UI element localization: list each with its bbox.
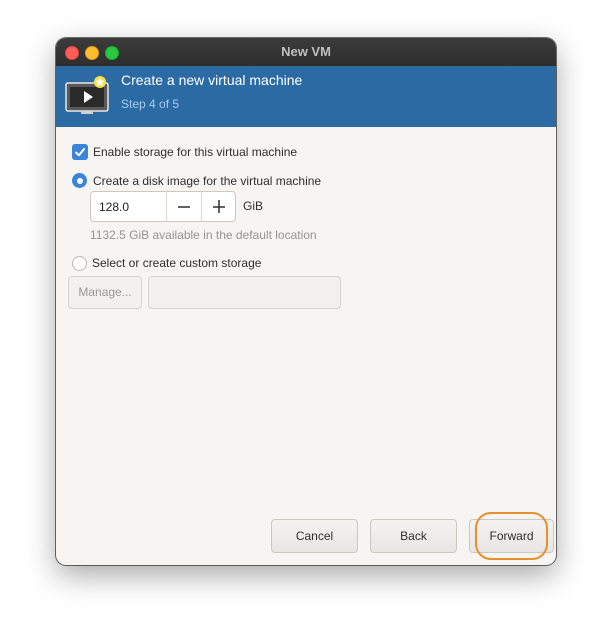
titlebar: New VM — [56, 38, 556, 67]
available-space-hint: 1132.5 GiB available in the default loca… — [90, 228, 317, 242]
manage-button[interactable]: Manage... — [68, 276, 142, 309]
storage-page: Enable storage for this virtual machine … — [56, 127, 556, 565]
minus-icon — [178, 206, 190, 208]
custom-storage-radio[interactable] — [72, 256, 87, 271]
custom-storage-path-input[interactable] — [148, 276, 341, 309]
enable-storage-checkbox[interactable] — [72, 144, 88, 160]
back-button[interactable]: Back — [370, 519, 457, 553]
forward-button[interactable]: Forward — [469, 519, 554, 553]
wizard-title: Create a new virtual machine — [121, 72, 303, 88]
plus-icon — [213, 200, 225, 213]
disk-image-label[interactable]: Create a disk image for the virtual mach… — [93, 174, 321, 188]
checkmark-icon — [75, 148, 85, 157]
wizard-step: Step 4 of 5 — [121, 97, 180, 111]
disk-image-radio[interactable] — [72, 173, 87, 188]
decrease-size-button[interactable] — [166, 192, 202, 221]
size-unit-label: GiB — [243, 199, 264, 213]
disk-size-value[interactable]: 128.0 — [99, 200, 129, 214]
increase-size-button[interactable] — [201, 192, 237, 221]
vm-monitor-icon — [65, 76, 113, 116]
enable-storage-label[interactable]: Enable storage for this virtual machine — [93, 145, 297, 159]
cancel-button[interactable]: Cancel — [271, 519, 358, 553]
disk-size-spinbutton[interactable]: 128.0 — [90, 191, 236, 222]
window-title: New VM — [281, 44, 331, 59]
wizard-header: Create a new virtual machine Step 4 of 5 — [56, 66, 556, 127]
new-vm-window: New VM Create a new virtual machine Step… — [56, 38, 556, 565]
custom-storage-label[interactable]: Select or create custom storage — [92, 256, 261, 270]
